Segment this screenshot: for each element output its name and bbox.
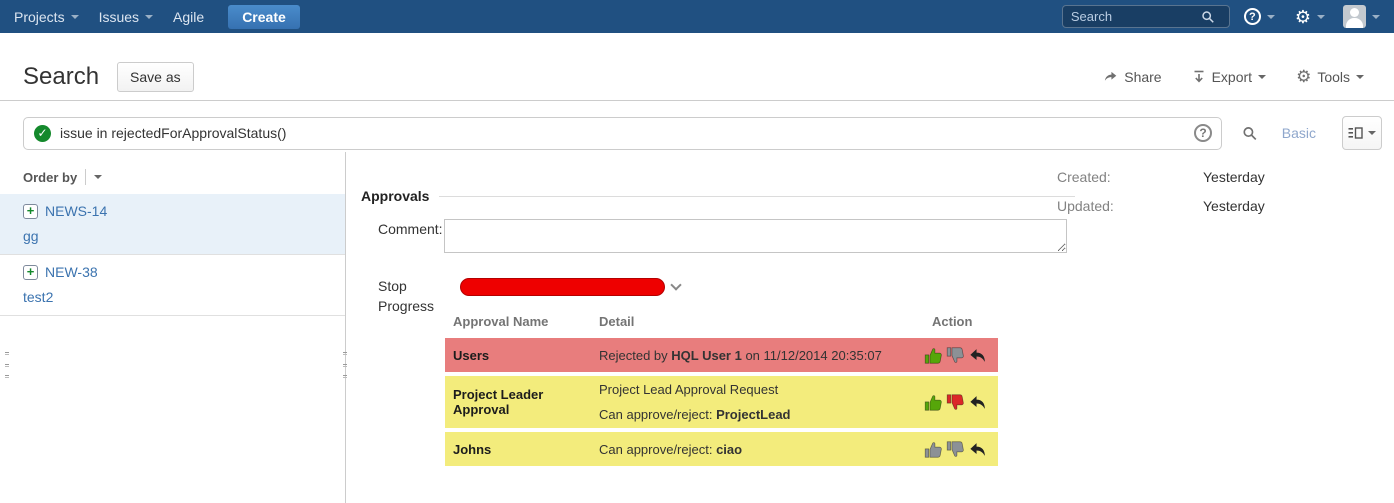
syntax-help-icon[interactable]: ? xyxy=(1194,124,1212,142)
issue-summary[interactable]: test2 xyxy=(23,289,322,305)
order-by-dropdown-icon[interactable] xyxy=(94,175,102,179)
approval-detail: Rejected by HQL User 1 on 11/12/2014 20:… xyxy=(591,348,924,363)
chevron-down-icon xyxy=(1267,15,1275,19)
valid-query-check-icon: ✓ xyxy=(34,125,51,142)
comment-textarea[interactable] xyxy=(444,219,1067,253)
gear-icon: ⚙ xyxy=(1295,8,1311,26)
issue-type-new-feature-icon xyxy=(23,204,38,219)
avatar xyxy=(1343,5,1366,28)
nav-issues[interactable]: Issues xyxy=(89,0,163,33)
page-title: Search xyxy=(23,63,99,91)
chevron-down-icon xyxy=(71,15,79,19)
chevron-down-icon[interactable] xyxy=(670,279,681,290)
comment-label: Comment: xyxy=(361,219,444,258)
save-as-button[interactable]: Save as xyxy=(117,62,194,92)
issue-detail-panel: Created: Yesterday Updated: Yesterday Ap… xyxy=(346,152,1394,503)
search-submit-icon[interactable] xyxy=(1242,125,1258,142)
approve-thumbs-up-icon[interactable] xyxy=(924,393,943,412)
chevron-down-icon xyxy=(145,15,153,19)
layout-switcher-button[interactable] xyxy=(1342,116,1382,150)
tools-button[interactable]: ⚙ Tools xyxy=(1296,68,1364,85)
help-icon: ? xyxy=(1244,8,1261,25)
undo-icon[interactable] xyxy=(968,393,987,412)
reject-thumbs-down-icon[interactable] xyxy=(946,346,965,365)
admin-menu[interactable]: ⚙ xyxy=(1289,0,1331,33)
approvals-section-header: Approvals xyxy=(361,188,1075,204)
tools-label: Tools xyxy=(1317,69,1350,85)
issue-type-new-feature-icon xyxy=(23,265,38,280)
reject-thumbs-down-icon[interactable] xyxy=(946,440,965,459)
splitter-handle[interactable] xyxy=(5,352,11,378)
quick-search[interactable] xyxy=(1062,5,1230,28)
issue-key[interactable]: NEWS-14 xyxy=(45,203,107,219)
divider xyxy=(439,196,1075,197)
gear-icon: ⚙ xyxy=(1296,68,1311,85)
user-menu[interactable] xyxy=(1339,0,1384,33)
search-icon xyxy=(1201,10,1215,24)
dates-panel: Created: Yesterday Updated: Yesterday xyxy=(1057,164,1394,222)
approval-row-project-leader: Project Leader Approval Project Lead App… xyxy=(445,376,998,428)
divider xyxy=(85,169,86,185)
help-menu[interactable]: ? xyxy=(1238,0,1281,33)
created-value: Yesterday xyxy=(1203,169,1265,185)
issue-summary[interactable]: gg xyxy=(23,228,322,244)
issue-key[interactable]: NEW-38 xyxy=(45,264,98,280)
approval-name: Project Leader Approval xyxy=(445,387,591,417)
page-header: Search Save as Share Export ⚙ Tools xyxy=(0,33,1394,101)
col-approval-name: Approval Name xyxy=(445,314,591,329)
chevron-down-icon xyxy=(1317,15,1325,19)
query-bar: ✓ issue in rejectedForApprovalStatus() ?… xyxy=(0,101,1394,152)
nav-projects[interactable]: Projects xyxy=(4,0,89,33)
nav-projects-label: Projects xyxy=(14,9,65,25)
basic-mode-link[interactable]: Basic xyxy=(1282,125,1316,141)
share-button[interactable]: Share xyxy=(1103,69,1161,85)
issue-list-item-selected[interactable]: NEWS-14 gg xyxy=(0,194,345,255)
undo-icon[interactable] xyxy=(968,346,987,365)
create-button[interactable]: Create xyxy=(228,5,300,29)
approval-row-users: Users Rejected by HQL User 1 on 11/12/20… xyxy=(445,338,998,372)
nav-agile-label: Agile xyxy=(173,9,204,25)
nav-issues-label: Issues xyxy=(99,9,139,25)
export-button[interactable]: Export xyxy=(1192,69,1266,85)
detail-view-icon xyxy=(1348,127,1363,140)
issue-list-item[interactable]: NEW-38 test2 xyxy=(0,255,345,316)
chevron-down-icon xyxy=(1356,75,1364,79)
results-content: Order by NEWS-14 gg NEW-38 test2 xyxy=(0,152,1394,503)
jql-query-text: issue in rejectedForApprovalStatus() xyxy=(60,125,286,141)
export-label: Export xyxy=(1212,69,1252,85)
chevron-down-icon xyxy=(1368,131,1376,135)
approvals-table-header: Approval Name Detail Action xyxy=(445,312,998,338)
jql-input[interactable]: ✓ issue in rejectedForApprovalStatus() ? xyxy=(23,117,1222,150)
chevron-down-icon xyxy=(1258,75,1266,79)
col-detail: Detail xyxy=(591,314,924,329)
share-label: Share xyxy=(1124,69,1161,85)
export-icon xyxy=(1192,70,1206,84)
chevron-down-icon xyxy=(1372,15,1380,19)
reject-thumbs-down-icon[interactable] xyxy=(946,393,965,412)
approval-detail: Can approve/reject: ciao xyxy=(591,442,924,457)
share-icon xyxy=(1103,69,1118,84)
updated-label: Updated: xyxy=(1057,198,1203,214)
approval-name: Users xyxy=(445,348,591,363)
updated-value: Yesterday xyxy=(1203,198,1265,214)
approvals-table: Approval Name Detail Action Users Reject… xyxy=(445,312,998,466)
approval-name: Johns xyxy=(445,442,591,457)
approve-thumbs-up-icon[interactable] xyxy=(924,440,943,459)
order-by-label: Order by xyxy=(23,170,77,185)
approval-row-johns: Johns Can approve/reject: ciao xyxy=(445,432,998,466)
created-label: Created: xyxy=(1057,169,1203,185)
approve-thumbs-up-icon[interactable] xyxy=(924,346,943,365)
issue-list-sidebar: Order by NEWS-14 gg NEW-38 test2 xyxy=(0,152,346,503)
top-navbar: Projects Issues Agile Create ? ⚙ xyxy=(0,0,1394,33)
quick-search-input[interactable] xyxy=(1071,9,1201,24)
nav-agile[interactable]: Agile xyxy=(163,0,214,33)
undo-icon[interactable] xyxy=(968,440,987,459)
stop-progress-select[interactable] xyxy=(460,278,665,296)
approvals-section-title: Approvals xyxy=(361,188,429,204)
approval-detail: Project Lead Approval Request Can approv… xyxy=(591,382,924,422)
jira-search-page: Projects Issues Agile Create ? ⚙ xyxy=(0,0,1394,503)
col-action: Action xyxy=(924,314,998,329)
stop-progress-label: Stop Progress xyxy=(361,276,444,470)
